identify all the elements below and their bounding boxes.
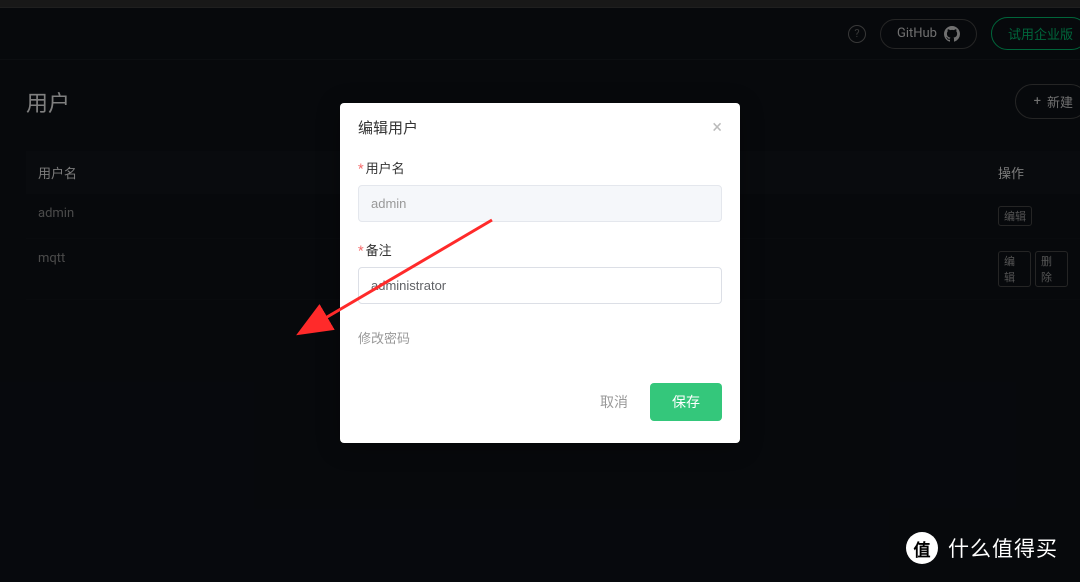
close-icon[interactable]: × xyxy=(712,119,722,137)
watermark: 值 什么值得买 xyxy=(906,532,1058,564)
required-mark: * xyxy=(358,244,364,259)
modal-body: *用户名 *备注 修改密码 xyxy=(340,154,740,365)
remark-input[interactable] xyxy=(358,267,722,304)
edit-user-modal: 编辑用户 × *用户名 *备注 修改密码 取消 保存 xyxy=(340,103,740,443)
modal-overlay[interactable]: 编辑用户 × *用户名 *备注 修改密码 取消 保存 xyxy=(0,0,1080,582)
username-input xyxy=(358,185,722,222)
required-mark: * xyxy=(358,162,364,177)
modal-header: 编辑用户 × xyxy=(340,103,740,154)
watermark-logo: 值 xyxy=(906,532,938,564)
save-button[interactable]: 保存 xyxy=(650,383,722,421)
modal-title: 编辑用户 xyxy=(358,117,418,138)
username-label: *用户名 xyxy=(358,158,722,177)
change-password-link[interactable]: 修改密码 xyxy=(358,328,410,347)
cancel-button[interactable]: 取消 xyxy=(596,384,632,420)
modal-footer: 取消 保存 xyxy=(340,365,740,443)
watermark-text: 什么值得买 xyxy=(948,533,1058,563)
form-group-remark: *备注 xyxy=(358,240,722,304)
form-group-username: *用户名 xyxy=(358,158,722,222)
remark-label: *备注 xyxy=(358,240,722,259)
